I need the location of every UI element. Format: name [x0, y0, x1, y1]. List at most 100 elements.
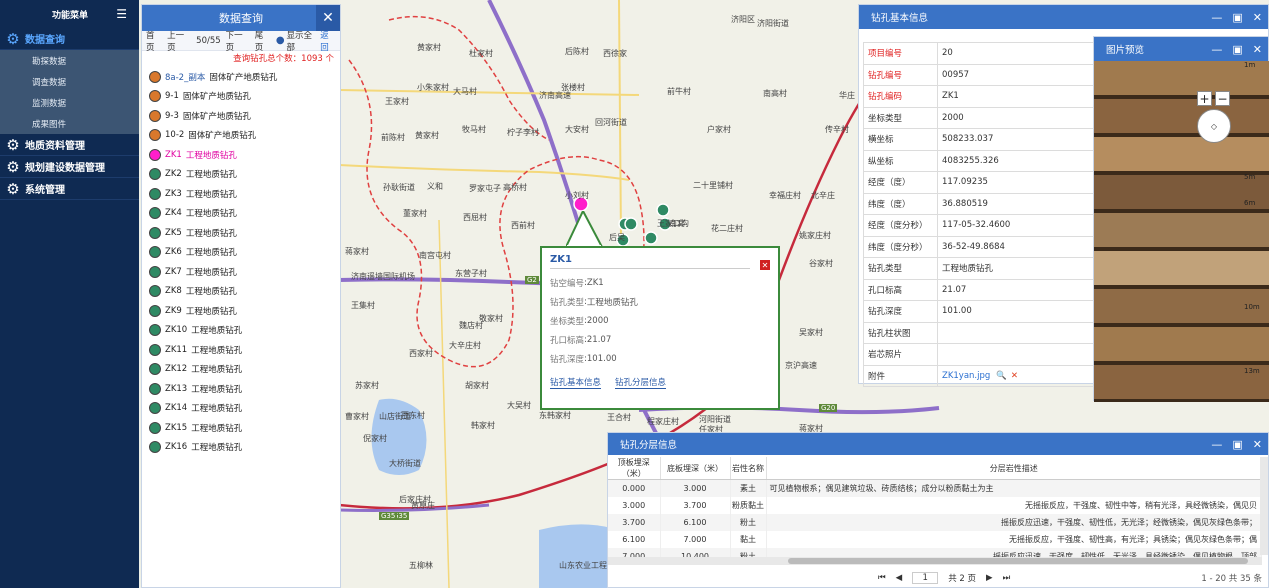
nav-section-2[interactable]: ⚙ 规划建设数据管理: [0, 156, 139, 178]
borehole-list-item[interactable]: ZK6 工程地质钻孔: [142, 243, 340, 263]
popup-close-icon[interactable]: ✕: [760, 260, 770, 270]
info-key: 岩芯照片: [863, 343, 938, 366]
borehole-list-item[interactable]: ZK14 工程地质钻孔: [142, 399, 340, 419]
close-icon[interactable]: ✕: [1253, 438, 1262, 451]
map-place-label: 济南遥墙国际机场: [351, 272, 415, 281]
next-page-button[interactable]: 下一页: [226, 29, 250, 53]
zoom-out-button[interactable]: −: [1215, 91, 1230, 106]
minimize-icon[interactable]: —: [1211, 43, 1222, 56]
col-header-bottom[interactable]: 底板埋深（米）: [660, 457, 731, 480]
maximize-icon[interactable]: ▣: [1232, 11, 1242, 24]
nav-section-3[interactable]: ⚙ 系统管理: [0, 178, 139, 200]
back-link[interactable]: 返回: [320, 29, 336, 53]
borehole-marker-icon: [149, 285, 161, 298]
info-row: 横坐标 508233.037: [863, 128, 1103, 151]
layer-info-link[interactable]: 钻孔分层信息: [615, 376, 667, 389]
minimize-icon[interactable]: —: [1211, 11, 1222, 24]
show-all-button[interactable]: 显示全部: [287, 29, 319, 53]
core-segment: [1094, 61, 1269, 95]
borehole-list-item[interactable]: ZK9 工程地质钻孔: [142, 301, 340, 321]
first-page-button[interactable]: 首页: [146, 29, 162, 53]
map-place-label: 前陈村: [381, 133, 405, 142]
core-gap: [1094, 171, 1269, 175]
popup-field-key: 坐标类型: [550, 316, 585, 327]
horizontal-scrollbar[interactable]: [608, 557, 1262, 565]
col-header-top[interactable]: 顶板埋深（米）: [608, 457, 661, 480]
pan-control[interactable]: ◇: [1197, 109, 1231, 143]
borehole-list-item[interactable]: ZK8 工程地质钻孔: [142, 282, 340, 302]
nav-section-0[interactable]: ⚙ 数据查询: [0, 28, 139, 50]
col-header-description[interactable]: 分层岩性描述: [766, 457, 1262, 480]
layer-cell-name: 粉质黏土: [730, 496, 767, 514]
delete-icon[interactable]: ✕: [1011, 371, 1018, 381]
borehole-list-item[interactable]: ZK5 工程地质钻孔: [142, 223, 340, 243]
map-place-label: 京沪高速: [785, 361, 817, 370]
nav-subitem[interactable]: 成果图件: [0, 113, 139, 134]
close-icon[interactable]: ✕: [1253, 11, 1262, 24]
borehole-list-item[interactable]: ZK15 工程地质钻孔: [142, 418, 340, 438]
borehole-list-item[interactable]: 8a-2_副本 固体矿产地质钻孔: [142, 67, 340, 87]
borehole-list-item[interactable]: 9-3 固体矿产地质钻孔: [142, 106, 340, 126]
borehole-list-item[interactable]: 10-2 固体矿产地质钻孔: [142, 126, 340, 146]
borehole-list-item[interactable]: ZK2 工程地质钻孔: [142, 165, 340, 185]
vertical-scrollbar[interactable]: [1260, 457, 1268, 555]
borehole-list-item[interactable]: ZK16 工程地质钻孔: [142, 438, 340, 458]
col-header-lithology[interactable]: 岩性名称: [730, 457, 767, 480]
borehole-list-item[interactable]: ZK4 工程地质钻孔: [142, 204, 340, 224]
core-gap: [1094, 285, 1269, 289]
borehole-list-item[interactable]: 9-1 固体矿产地质钻孔: [142, 87, 340, 107]
info-row: 钻孔柱状图: [863, 321, 1103, 344]
table-footer: ⏮ ◀ 1 共 2 页 ▶ ⏭ 1 - 20 共 35 条: [608, 569, 1268, 587]
layer-row[interactable]: 3.700 6.100 粉土 摇振反应迅速，干强度、韧性低，无光泽；经微锈染，偶见灰绿…: [608, 513, 1262, 531]
layer-row[interactable]: 3.000 3.700 粉质黏土 无摇振反应，干强度、韧性中等，稍有光泽，具经微锈染，…: [608, 496, 1262, 514]
minimize-icon[interactable]: —: [1211, 438, 1222, 451]
borehole-list-item[interactable]: ZK3 工程地质钻孔: [142, 184, 340, 204]
nav-section-1[interactable]: ⚙ 地质资料管理: [0, 134, 139, 156]
close-icon[interactable]: ✕: [1253, 43, 1262, 56]
borehole-marker-icon: [149, 246, 161, 259]
info-key: 经度（度分秒）: [863, 214, 938, 237]
info-value: 117.09235: [937, 171, 1103, 194]
borehole-list-item[interactable]: ZK10 工程地质钻孔: [142, 321, 340, 341]
core-photo[interactable]: 1m 5m 6m 10m 13m: [1094, 61, 1269, 402]
borehole-list-item[interactable]: ZK13 工程地质钻孔: [142, 379, 340, 399]
layer-row[interactable]: 0.000 3.000 素土 可见植物根系；偶见建筑垃圾、砖质结核；成分以粉质黏土为主: [608, 479, 1262, 497]
zoom-in-button[interactable]: +: [1197, 91, 1212, 106]
menu-toggle-icon[interactable]: ☰: [116, 7, 127, 21]
last-page-icon[interactable]: ⏭: [1003, 573, 1011, 583]
basic-info-link[interactable]: 钻孔基本信息: [550, 376, 602, 389]
borehole-type: 固体矿产地质钻孔: [209, 72, 278, 83]
popup-fields: 钻空编号: ZK1 钻孔类型: 工程地质钻孔 坐标类型: 2000 孔口标高: 21.…: [550, 273, 770, 368]
attachment-label: 附件: [863, 364, 938, 387]
attachment-file-link[interactable]: ZK1yan.jpg: [942, 371, 990, 381]
nav-subitem[interactable]: 监测数据: [0, 92, 139, 113]
prev-page-button[interactable]: 上一页: [167, 29, 191, 53]
popup-field-key: 孔口标高: [550, 335, 585, 346]
borehole-list-item[interactable]: ZK11 工程地质钻孔: [142, 340, 340, 360]
last-page-button[interactable]: 尾页: [255, 29, 271, 53]
borehole-list-item[interactable]: ZK7 工程地质钻孔: [142, 262, 340, 282]
page-input[interactable]: 1: [912, 572, 939, 584]
nav-subitem[interactable]: 调查数据: [0, 71, 139, 92]
popup-field-key: 钻孔深度: [550, 354, 585, 365]
borehole-marker-icon: [149, 343, 161, 356]
info-row: 钻孔类型 工程地质钻孔: [863, 257, 1103, 280]
borehole-type: 工程地质钻孔: [185, 267, 237, 278]
info-value: [937, 321, 1103, 344]
nav-subitem[interactable]: 勘探数据: [0, 50, 139, 71]
map-place-label: 程家庄村: [647, 417, 679, 426]
layer-row[interactable]: 6.100 7.000 黏土 无摇振反应，干强度、韧性高，有光泽；具锈染；偶见灰绿色条…: [608, 530, 1262, 548]
info-row: 项目编号 20: [863, 42, 1103, 65]
info-value: 4083255.326: [937, 149, 1103, 172]
borehole-list-item[interactable]: ZK12 工程地质钻孔: [142, 360, 340, 380]
prev-page-icon[interactable]: ◀: [896, 573, 903, 583]
first-page-icon[interactable]: ⏮: [878, 573, 886, 583]
close-icon[interactable]: ✕: [316, 5, 340, 31]
info-key: 横坐标: [863, 128, 938, 151]
next-page-icon[interactable]: ▶: [986, 573, 993, 583]
borehole-list-item[interactable]: ZK1 工程地质钻孔: [142, 145, 340, 165]
maximize-icon[interactable]: ▣: [1232, 438, 1242, 451]
magnifier-icon[interactable]: 🔍: [996, 371, 1007, 381]
info-row: 钻孔编号 00957: [863, 63, 1103, 86]
maximize-icon[interactable]: ▣: [1232, 43, 1242, 56]
